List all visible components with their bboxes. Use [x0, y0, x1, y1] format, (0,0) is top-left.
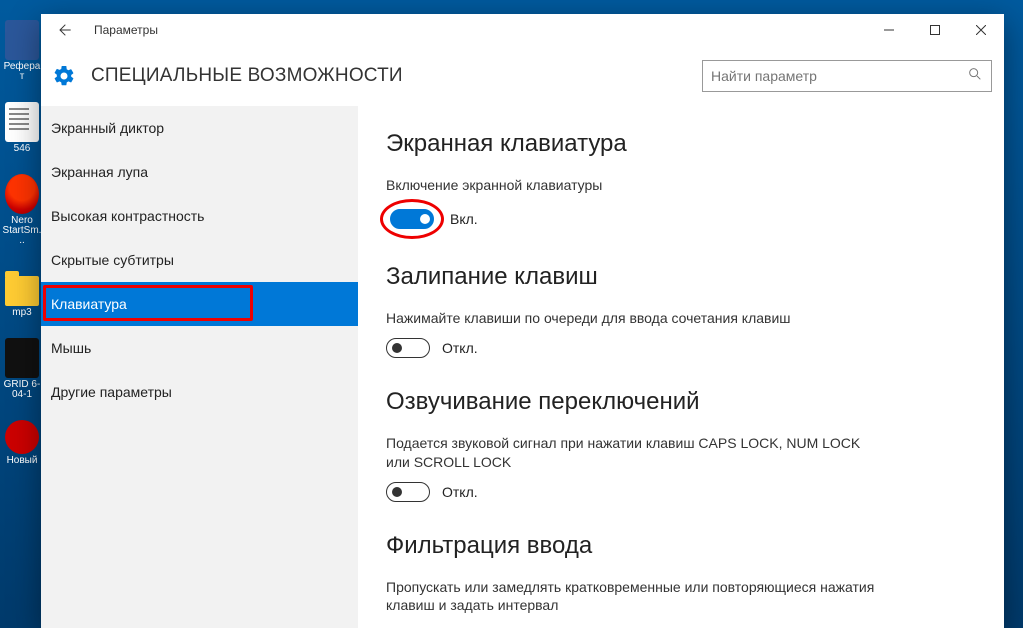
desktop-icon-label: Реферат	[2, 62, 42, 82]
section-title: Залипание клавиш	[386, 263, 966, 291]
settings-window: Параметры СПЕЦИАЛЬНЫЕ ВОЗМОЖНОСТИ Экранн…	[41, 14, 1004, 628]
desktop-icon[interactable]: GRID 6-04-1	[2, 338, 42, 400]
setting-label: Включение экранной клавиатуры	[386, 176, 886, 195]
titlebar: Параметры	[41, 14, 1004, 46]
desktop-icon[interactable]: 546	[2, 102, 42, 154]
minimize-icon	[884, 25, 894, 35]
sidebar-item[interactable]: Высокая контрастность	[41, 194, 358, 238]
sidebar-item-label: Мышь	[51, 340, 91, 356]
toggle-row: Откл.	[386, 482, 966, 502]
toggle-state-label: Откл.	[442, 340, 478, 356]
toggle-switch[interactable]	[386, 338, 430, 358]
desktop-icons-column: Реферат 546 Nero StartSm... mp3 GRID 6-04-1 Н…	[0, 0, 42, 466]
search-icon	[967, 66, 983, 87]
section-title: Фильтрация ввода	[386, 532, 966, 560]
sidebar-item-label: Экранный диктор	[51, 120, 164, 136]
toggle-state-label: Откл.	[442, 484, 478, 500]
section-title: Озвучивание переключений	[386, 388, 966, 416]
content-pane: Экранная клавиатура Включение экранной кл…	[358, 106, 1004, 628]
sidebar-item[interactable]: Мышь	[41, 326, 358, 370]
toggle-knob	[392, 487, 402, 497]
sidebar-item-label: Клавиатура	[51, 296, 127, 312]
toggle-knob	[420, 214, 430, 224]
toggle-row: Откл.	[386, 338, 966, 358]
toggle-knob	[392, 343, 402, 353]
sidebar-item[interactable]: Экранный диктор	[41, 106, 358, 150]
sidebar-item-label: Скрытые субтитры	[51, 252, 174, 268]
toggle-state-label: Вкл.	[450, 211, 478, 227]
toggle-switch[interactable]	[390, 209, 434, 229]
sidebar-item[interactable]: Скрытые субтитры	[41, 238, 358, 282]
window-title: Параметры	[94, 23, 158, 37]
back-button[interactable]	[49, 15, 79, 45]
body-row: Экранный диктор Экранная лупа Высокая конт…	[41, 106, 1004, 628]
desktop-icon-label: GRID 6-04-1	[2, 380, 42, 400]
desktop-icon[interactable]: Реферат	[2, 20, 42, 82]
sidebar-item[interactable]: Экранная лупа	[41, 150, 358, 194]
desktop-icon-label: Новый	[7, 456, 38, 466]
desktop-icon-image	[5, 102, 39, 142]
search-input[interactable]	[711, 68, 967, 84]
setting-label: Пропускать или замедлять кратковременные…	[386, 578, 886, 616]
close-icon	[976, 25, 986, 35]
maximize-button[interactable]	[912, 14, 958, 46]
search-box[interactable]	[702, 60, 992, 92]
desktop-icon-image	[5, 174, 39, 214]
desktop-icon-image	[5, 338, 39, 378]
sidebar-item-label: Высокая контрастность	[51, 208, 204, 224]
sidebar-item[interactable]: Клавиатура	[41, 282, 358, 326]
desktop-icon-image	[5, 276, 39, 306]
toggle-row: Вкл.	[386, 205, 966, 233]
arrow-left-icon	[56, 22, 72, 38]
desktop-icon[interactable]: Новый	[2, 420, 42, 466]
desktop-icon-label: 546	[14, 144, 31, 154]
desktop-icon[interactable]: mp3	[2, 266, 42, 318]
section-title: Экранная клавиатура	[386, 130, 966, 158]
page-heading: СПЕЦИАЛЬНЫЕ ВОЗМОЖНОСТИ	[91, 65, 403, 87]
sidebar-item[interactable]: Другие параметры	[41, 370, 358, 414]
desktop-icon-image	[5, 20, 39, 60]
desktop-icon-label: mp3	[12, 308, 31, 318]
gear-icon	[51, 63, 77, 89]
annotation-highlight-circle	[386, 205, 438, 233]
toggle-switch[interactable]	[386, 482, 430, 502]
sidebar-item-label: Другие параметры	[51, 384, 172, 400]
sidebar-item-label: Экранная лупа	[51, 164, 148, 180]
setting-label: Нажимайте клавиши по очереди для ввода с…	[386, 309, 886, 328]
desktop-icon[interactable]: Nero StartSm...	[2, 174, 42, 246]
desktop-icon-label: Nero StartSm...	[2, 216, 42, 246]
maximize-icon	[930, 25, 940, 35]
setting-label: Подается звуковой сигнал при нажатии кла…	[386, 434, 886, 472]
window-controls	[866, 14, 1004, 46]
minimize-button[interactable]	[866, 14, 912, 46]
close-button[interactable]	[958, 14, 1004, 46]
sidebar: Экранный диктор Экранная лупа Высокая конт…	[41, 106, 358, 628]
header-row: СПЕЦИАЛЬНЫЕ ВОЗМОЖНОСТИ	[41, 46, 1004, 106]
desktop-icon-image	[5, 420, 39, 454]
